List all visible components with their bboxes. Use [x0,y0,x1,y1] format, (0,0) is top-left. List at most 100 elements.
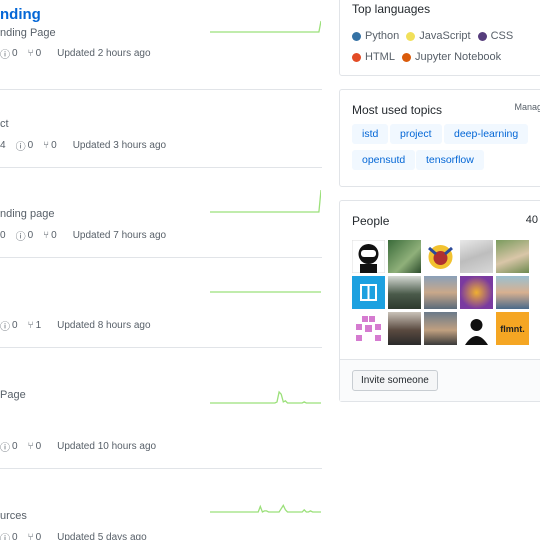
updated-time: Updated 10 hours ago [57,441,157,452]
issues-count: 0 [27,140,34,151]
avatar[interactable] [460,312,493,345]
prs-stat[interactable]: ⑂ 0 [28,48,42,59]
repository-list: nding nding Page ⓘ 0 ⑂ 0 Updated 2 hours a… [0,0,322,540]
pull-request-icon: ⑂ [27,320,34,331]
divider [0,468,322,469]
invite-someone-button[interactable]: Invite someone [352,370,438,391]
issue-icon: ⓘ [0,443,10,454]
activity-graph [210,504,321,513]
repo-meta: ⓘ 0 ⑂ 0 Updated 5 days ago [0,530,147,540]
issues-stat[interactable]: ⓘ 0 [16,228,34,243]
repo-meta: ⓘ 0 ⑂ 0 Updated 10 hours ago [0,439,156,454]
prs-count: 1 [35,320,42,331]
avatar[interactable] [460,240,493,273]
forks-stat[interactable]: 4 [0,140,6,151]
activity-graph [210,189,321,213]
repo-meta: 4 ⓘ 0 ⑂ 0 Updated 3 hours ago [0,138,166,153]
prs-stat[interactable]: ⑂ 0 [43,140,57,151]
topic-tag[interactable]: deep-learning [444,124,529,144]
repo-description: nding page [0,208,55,220]
top-languages-title: Top languages [352,2,431,16]
issue-icon: ⓘ [15,232,26,243]
repo-item: ⓘ 0 ⑂ 1 Updated 8 hours ago [0,258,322,348]
people-box: People 40 flmnt. Invite someone [339,200,540,402]
cartoon-avatar-icon [428,245,453,269]
activity-graph [210,390,321,404]
prs-stat[interactable]: ⑂ 0 [43,230,57,241]
avatar[interactable] [424,312,457,345]
avatar[interactable] [496,276,529,309]
pull-request-icon: ⑂ [27,532,34,540]
activity-graph [210,20,321,33]
topics-title: Most used topics [352,103,443,117]
prs-count: 0 [51,230,57,241]
issues-count: 0 [12,48,18,59]
issues-count: 0 [12,532,18,540]
jupyter-color-dot [401,52,411,62]
issues-count: 0 [12,320,18,331]
manage-topics-link[interactable]: Manag [514,102,540,112]
avatar[interactable] [496,240,529,273]
avatar[interactable] [460,276,493,309]
updated-time: Updated 8 hours ago [57,320,151,331]
prs-stat[interactable]: ⑂ 0 [28,441,42,452]
invite-footer: Invite someone [340,359,540,401]
topic-tag[interactable]: project [390,124,442,144]
repo-name-link[interactable]: nding [0,6,41,23]
topic-tag[interactable]: istd [352,124,389,144]
issues-stat[interactable]: ⓘ 0 [16,138,34,153]
language-label: JavaScript [419,30,471,42]
avatar[interactable] [388,276,421,309]
people-title[interactable]: People [352,214,389,228]
pull-request-icon: ⑂ [43,140,50,151]
issues-count: 0 [27,230,34,241]
javascript-color-dot [406,31,416,41]
pull-request-icon: ⑂ [27,48,34,59]
people-count[interactable]: 40 [526,214,538,226]
language-html: HTML [352,51,395,63]
repo-meta: ⓘ 0 ⑂ 0 Updated 2 hours ago [0,46,151,61]
repo-description: urces [0,510,27,522]
issues-stat[interactable]: ⓘ 0 [0,46,18,61]
pull-request-icon: ⑂ [43,230,50,241]
avatar[interactable] [352,312,385,345]
topic-tag[interactable]: tensorflow [416,150,484,170]
updated-time: Updated 5 days ago [57,532,147,540]
language-python: Python [352,30,399,42]
issues-stat[interactable]: ⓘ 0 [0,439,18,454]
language-label: Python [365,30,400,42]
issues-stat[interactable]: ⓘ 0 [0,530,18,540]
topic-tag[interactable]: opensutd [352,150,416,170]
avatar[interactable]: flmnt. [496,312,529,345]
issue-icon: ⓘ [0,322,10,333]
pull-request-icon: ⑂ [27,441,34,452]
avatar[interactable] [388,312,421,345]
issues-stat[interactable]: ⓘ 0 [0,318,18,333]
repo-description: nding Page [0,27,56,39]
forks-count: 0 [0,230,6,241]
issue-icon: ⓘ [0,50,10,61]
language-label: HTML [365,51,395,63]
avatar[interactable] [424,276,457,309]
most-used-topics-box: Most used topics Manag istd project deep… [339,89,540,187]
language-css: CSS [477,30,514,42]
issue-icon: ⓘ [15,142,26,153]
avatar[interactable] [352,276,385,309]
activity-graph [210,291,321,293]
prs-count: 0 [35,532,42,540]
avatar[interactable] [388,240,421,273]
language-label: CSS [490,30,514,42]
activity-line [210,504,321,513]
repo-item: urces ⓘ 0 ⑂ 0 Updated 5 days ago [0,460,322,540]
repo-item: ct 4 ⓘ 0 ⑂ 0 Updated 3 hours ago [0,78,322,168]
activity-line [210,20,321,33]
avatar[interactable] [352,240,385,273]
languages-row: Python JavaScript CSS [352,30,520,42]
prs-stat[interactable]: ⑂ 1 [28,320,42,331]
forks-stat[interactable]: 0 [0,230,6,241]
languages-row: HTML Jupyter Notebook [352,51,508,63]
prs-stat[interactable]: ⑂ 0 [28,532,42,540]
identicon-icon [356,316,381,341]
avatar[interactable] [424,240,457,273]
repo-item: nding page 0 ⓘ 0 ⑂ 0 Updated 7 hours ago [0,168,322,258]
